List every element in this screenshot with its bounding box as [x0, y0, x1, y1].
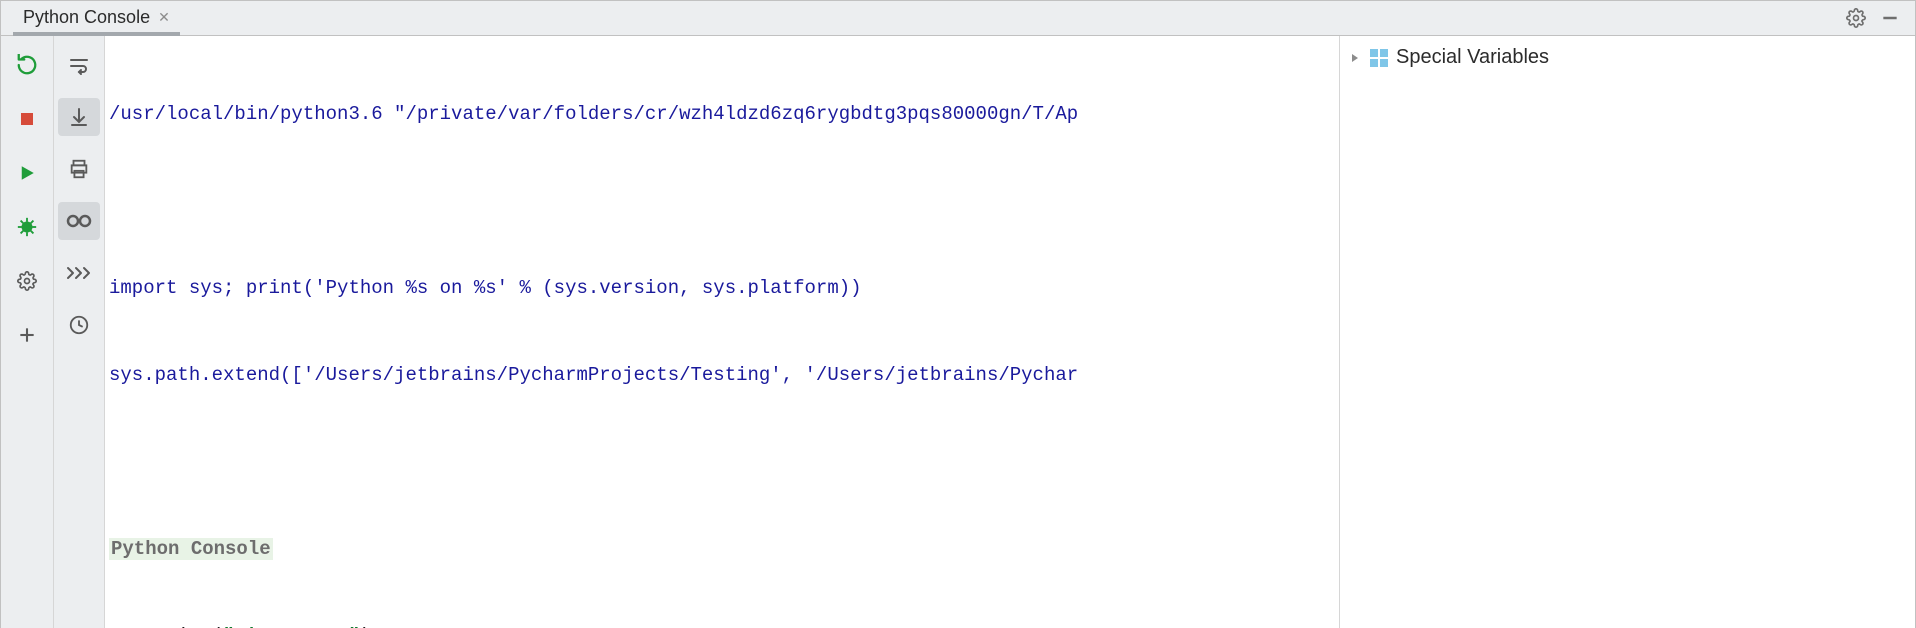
console-toolbar: [53, 36, 105, 628]
rerun-icon[interactable]: [9, 50, 45, 80]
console-output[interactable]: /usr/local/bin/python3.6 "/private/var/f…: [105, 36, 1339, 628]
scroll-to-end-icon[interactable]: [58, 98, 100, 136]
left-toolbar: [1, 36, 53, 628]
console-line: sys.path.extend(['/Users/jetbrains/Pycha…: [105, 361, 1339, 390]
variables-panel: Special Variables: [1339, 36, 1915, 628]
console-input-line: >>> print("I'm a car!"): [105, 622, 1339, 628]
soft-wrap-icon[interactable]: [58, 46, 100, 84]
chevron-right-icon: [1348, 51, 1362, 65]
history-icon[interactable]: [58, 306, 100, 344]
console-line: /usr/local/bin/python3.6 "/private/var/f…: [105, 100, 1339, 129]
stop-icon[interactable]: [9, 104, 45, 134]
tab-label: Python Console: [23, 7, 150, 28]
console-line: import sys; print('Python %s on %s' % (s…: [105, 274, 1339, 303]
resume-icon[interactable]: [9, 158, 45, 188]
gear-icon[interactable]: [1839, 1, 1873, 35]
special-variables-node[interactable]: Special Variables: [1348, 46, 1905, 69]
tab-strip: Python Console ✕: [1, 1, 1915, 35]
windows-icon: [1370, 49, 1388, 67]
settings-icon[interactable]: [9, 266, 45, 296]
tab-python-console[interactable]: Python Console ✕: [13, 2, 180, 36]
show-vars-icon[interactable]: [58, 202, 100, 240]
console-label: Python Console: [105, 535, 1339, 564]
python-console-tool-window: Python Console ✕: [0, 0, 1916, 628]
console-line: [105, 448, 1339, 477]
execute-multiline-icon[interactable]: [58, 254, 100, 292]
panel-body: /usr/local/bin/python3.6 "/private/var/f…: [1, 35, 1915, 628]
print-icon[interactable]: [58, 150, 100, 188]
console-line: [105, 187, 1339, 216]
close-icon[interactable]: ✕: [158, 9, 170, 26]
debug-icon[interactable]: [9, 212, 45, 242]
variables-header-label: Special Variables: [1396, 46, 1549, 69]
minimize-icon[interactable]: [1873, 1, 1907, 35]
add-icon[interactable]: [9, 320, 45, 350]
